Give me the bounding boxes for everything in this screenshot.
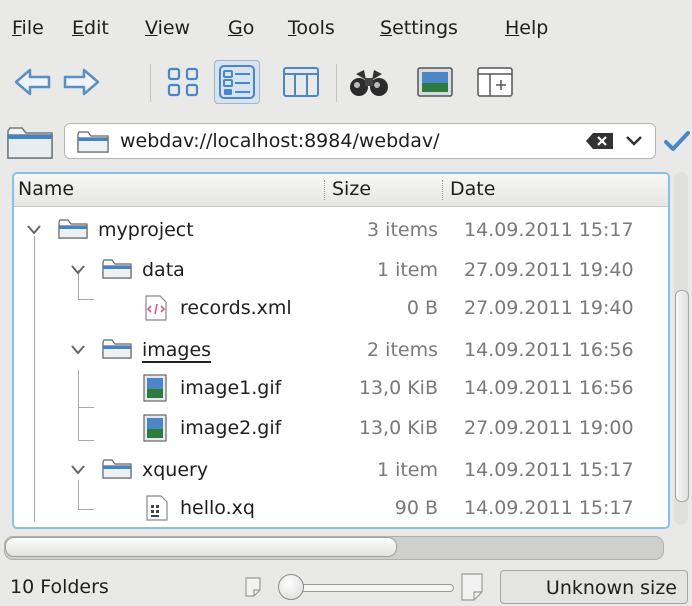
tree-line: [78, 407, 94, 408]
menu-edit[interactable]: Edit: [72, 17, 109, 39]
scrollbar-thumb[interactable]: [675, 290, 689, 502]
file-date: 27.09.2011 19:00: [464, 417, 634, 439]
chevron-down-icon[interactable]: [26, 224, 42, 236]
file-name: image2.gif: [180, 417, 282, 439]
columns-view-button[interactable]: [278, 60, 324, 104]
zoom-in-icon[interactable]: [460, 572, 484, 602]
back-button[interactable]: [10, 60, 56, 104]
folder-icon: [102, 459, 132, 479]
menu-settings[interactable]: Settings: [380, 17, 458, 39]
menu-tools[interactable]: Tools: [288, 17, 335, 39]
file-size: 3 items: [367, 219, 438, 241]
column-name[interactable]: Name: [18, 178, 74, 200]
file-name: images: [142, 339, 212, 363]
status-bar: 10 Folders Unknown size: [0, 566, 692, 606]
table-row[interactable]: image1.gif 13,0 KiB 14.09.2011 16:56: [14, 370, 668, 406]
table-row[interactable]: hello.xq 90 B 14.09.2011 15:17: [14, 490, 668, 526]
menu-help[interactable]: Help: [505, 17, 548, 39]
back-arrow-icon: [14, 68, 51, 96]
folder-icon: [58, 219, 88, 239]
file-date: 14.09.2011 15:17: [464, 497, 634, 519]
chevron-down-icon[interactable]: [625, 134, 643, 148]
chevron-down-icon[interactable]: [70, 344, 86, 356]
toolbar-separator: [150, 64, 151, 102]
free-space-indicator: Unknown size: [500, 570, 688, 604]
file-size: 1 item: [376, 459, 438, 481]
menu-go[interactable]: Go: [228, 17, 254, 39]
zoom-slider-handle[interactable]: [278, 574, 304, 600]
file-date: 14.09.2011 16:56: [464, 339, 634, 361]
icons-view-icon: [167, 67, 199, 97]
split-view-button[interactable]: [472, 60, 518, 104]
horizontal-scrollbar[interactable]: [4, 536, 664, 560]
folder-icon: [102, 259, 132, 279]
preview-icon: [417, 67, 453, 97]
chevron-down-icon[interactable]: [70, 264, 86, 276]
forward-arrow-icon: [63, 68, 100, 96]
clear-text-icon[interactable]: [585, 132, 615, 150]
status-summary: 10 Folders: [10, 576, 109, 598]
table-row[interactable]: xquery 1 item 14.09.2011 15:17: [14, 452, 668, 488]
file-name: xquery: [142, 459, 209, 481]
details-view-icon: [219, 65, 255, 99]
file-size: 1 item: [376, 259, 438, 281]
folder-icon: [77, 131, 109, 153]
column-divider[interactable]: [324, 180, 327, 200]
file-date: 27.09.2011 19:40: [464, 297, 634, 319]
file-name: records.xml: [180, 297, 292, 319]
find-binoculars-icon: [350, 70, 388, 96]
script-file-icon: [146, 495, 168, 521]
menu-file[interactable]: File: [12, 17, 44, 39]
free-space-label: Unknown size: [545, 577, 677, 599]
file-name: data: [142, 259, 185, 281]
split-view-icon: [477, 67, 513, 97]
zoom-out-icon[interactable]: [244, 576, 262, 598]
file-name: image1.gif: [180, 377, 282, 399]
find-button[interactable]: [346, 60, 392, 104]
file-size: 13,0 KiB: [358, 417, 438, 439]
file-size: 0 B: [406, 297, 438, 319]
file-size: 90 B: [394, 497, 438, 519]
xml-file-icon: [145, 295, 167, 321]
file-date: 14.09.2011 15:17: [464, 459, 634, 481]
url-input[interactable]: webdav://localhost:8984/webdav/: [64, 123, 656, 159]
file-size: 13,0 KiB: [358, 377, 438, 399]
file-size: 2 items: [367, 339, 438, 361]
location-bar: webdav://localhost:8984/webdav/: [0, 118, 692, 164]
columns-view-icon: [283, 67, 319, 97]
chevron-down-icon[interactable]: [70, 464, 86, 476]
folder-icon: [102, 339, 132, 359]
table-row[interactable]: images 2 items 14.09.2011 16:56: [14, 332, 668, 368]
menu-view[interactable]: View: [145, 17, 190, 39]
checkmark-icon[interactable]: [664, 130, 690, 152]
places-folder-icon[interactable]: [6, 123, 54, 161]
forward-button[interactable]: [58, 60, 104, 104]
file-date: 14.09.2011 16:56: [464, 377, 634, 399]
url-text: webdav://localhost:8984/webdav/: [120, 130, 440, 152]
table-row[interactable]: myproject 3 items 14.09.2011 15:17: [14, 212, 668, 248]
toolbar: [0, 52, 692, 110]
table-row[interactable]: records.xml 0 B 27.09.2011 19:40: [14, 290, 668, 326]
icons-view-button[interactable]: [160, 60, 206, 104]
column-divider[interactable]: [442, 180, 445, 200]
file-date: 27.09.2011 19:40: [464, 259, 634, 281]
table-row[interactable]: image2.gif 13,0 KiB 27.09.2011 19:00: [14, 410, 668, 446]
preview-button[interactable]: [412, 60, 458, 104]
column-header: Name Size Date: [14, 174, 668, 207]
toolbar-separator: [336, 64, 337, 102]
file-list-view[interactable]: Name Size Date myproject 3 items 14.09.2…: [12, 172, 670, 529]
column-size[interactable]: Size: [332, 178, 371, 200]
image-file-icon: [143, 414, 167, 442]
column-date[interactable]: Date: [450, 178, 495, 200]
file-name: hello.xq: [180, 497, 255, 519]
details-view-button[interactable]: [214, 60, 260, 104]
scrollbar-thumb[interactable]: [5, 537, 397, 557]
file-name: myproject: [98, 219, 194, 241]
image-file-icon: [143, 374, 167, 402]
table-row[interactable]: data 1 item 27.09.2011 19:40: [14, 252, 668, 288]
menu-bar: File Edit View Go Tools Settings Help: [0, 0, 692, 50]
vertical-scrollbar[interactable]: [670, 172, 692, 525]
file-date: 14.09.2011 15:17: [464, 219, 634, 241]
zoom-slider-track[interactable]: [284, 584, 454, 592]
